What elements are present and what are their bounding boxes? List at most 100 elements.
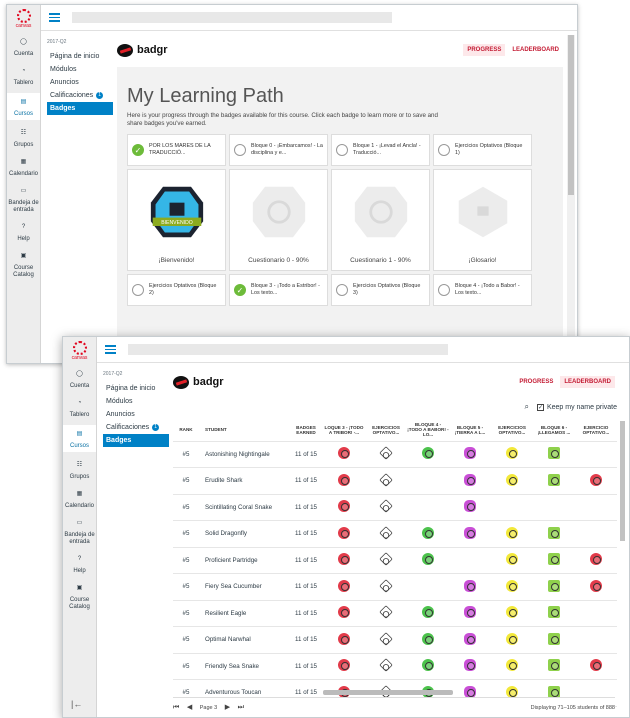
hamburger-menu-icon[interactable] [105,343,116,356]
white-badge-icon[interactable] [379,605,393,620]
red-badge-icon[interactable] [338,632,350,645]
purple-badge-icon[interactable] [464,500,476,513]
badge-card-header[interactable]: Bloque 1 - ¡Levad el Ancla! - Traducció.… [331,134,430,166]
course-nav-badges[interactable]: Badges [47,102,113,115]
red-badge-icon[interactable] [338,553,350,566]
table-row[interactable]: #5 Scintillating Coral Snake 11 of 15 [173,494,617,521]
gnav-item-help[interactable]: ? Help [63,552,96,575]
lime-badge-icon[interactable] [548,526,560,539]
tab-leaderboard[interactable]: LEADERBOARD [508,44,563,56]
purple-badge-icon[interactable] [464,447,476,460]
white-badge-icon[interactable] [379,446,393,461]
green-badge-icon[interactable] [422,447,434,460]
table-row[interactable]: #5 Friendly Sea Snake 11 of 15 [173,653,617,680]
gnav-item-grupos[interactable]: ☷ Grupos [7,126,40,149]
badge-card-header[interactable]: Ejercicios Optativos (Bloque 3) [331,274,430,306]
horizontal-scrollbar[interactable] [323,690,453,695]
gnav-item-calendario[interactable]: ▦ Calendario [7,155,40,178]
gnav-item-bandeja[interactable]: ▭ Bandeja de entrada [63,516,96,546]
purple-badge-icon[interactable] [464,526,476,539]
next-page-icon[interactable]: ▶ [225,704,230,711]
lime-badge-icon[interactable] [548,473,560,486]
red-badge-icon[interactable] [590,659,602,672]
last-page-icon[interactable]: ⏭ [238,704,244,711]
white-badge-icon[interactable] [379,472,393,487]
table-row[interactable]: #5 Astonishing Nightingale 11 of 15 [173,441,617,468]
column-header[interactable]: STUDENT [199,419,289,442]
gnav-item-bandeja[interactable]: ▭ Bandeja de entrada [7,184,40,214]
column-header[interactable]: BLOQUE 6 - ¡LLEGAMOS ... [533,419,575,442]
keep-private-checkbox[interactable]: ✓ [536,403,544,411]
course-nav-announcements[interactable]: Anuncios [47,76,113,89]
column-header[interactable]: BADGES EARNED [289,419,323,442]
white-badge-icon[interactable] [379,631,393,646]
badge-card-header[interactable]: Bloque 0 - ¡Embarcamos! - La disciplina … [229,134,328,166]
white-badge-icon[interactable] [379,552,393,567]
prev-page-icon[interactable]: ◀ [187,704,192,711]
badge-card[interactable]: Cuestionario 1 - 90% [331,169,430,271]
table-row[interactable]: #5 Resilient Eagle 11 of 15 [173,600,617,627]
purple-badge-icon[interactable] [464,632,476,645]
lime-badge-icon[interactable] [548,579,560,592]
lime-badge-icon[interactable] [548,632,560,645]
column-header[interactable]: EJERCICIOS OPTATIVO... [365,419,407,442]
collapse-nav-icon[interactable]: |← [71,699,82,709]
badge-card-header[interactable]: Bloque 4 - ¡Todo a Babor! - Los texto... [433,274,532,306]
canvas-logo[interactable]: canvas [7,9,40,29]
purple-badge-icon[interactable] [464,685,476,698]
course-nav-announcements[interactable]: Anuncios [103,408,169,421]
yellow-badge-icon[interactable] [506,606,518,619]
tab-leaderboard[interactable]: LEADERBOARD [560,376,615,388]
course-nav-grades[interactable]: Calificaciones 1 [47,89,113,102]
yellow-badge-icon[interactable] [506,526,518,539]
gnav-item-tablero[interactable]: ◔ Tablero [63,396,96,419]
hamburger-menu-icon[interactable] [49,11,60,24]
yellow-badge-icon[interactable] [506,473,518,486]
yellow-badge-icon[interactable] [506,579,518,592]
red-badge-icon[interactable] [338,473,350,486]
red-badge-icon[interactable] [590,579,602,592]
lime-badge-icon[interactable] [548,606,560,619]
green-badge-icon[interactable] [422,553,434,566]
vertical-scrollbar[interactable] [567,35,575,361]
red-badge-icon[interactable] [338,500,350,513]
white-badge-icon[interactable] [379,525,393,540]
green-badge-icon[interactable] [422,526,434,539]
course-nav-home[interactable]: Página de inicio [47,50,113,63]
lime-badge-icon[interactable] [548,553,560,566]
red-badge-icon[interactable] [338,606,350,619]
gnav-item-calendario[interactable]: ▦ Calendario [63,487,96,510]
badge-card[interactable]: ¡Glosario! [433,169,532,271]
yellow-badge-icon[interactable] [506,447,518,460]
table-row[interactable]: #5 Erudite Shark 11 of 15 [173,467,617,495]
gnav-item-tablero[interactable]: ◔ Tablero [7,64,40,87]
red-badge-icon[interactable] [338,526,350,539]
yellow-badge-icon[interactable] [506,685,518,698]
gnav-item-cuenta[interactable]: ◯ Cuenta [7,35,40,58]
course-nav-modules[interactable]: Módulos [47,63,113,76]
tab-progress[interactable]: PROGRESS [463,44,506,56]
yellow-badge-icon[interactable] [506,659,518,672]
white-badge-icon[interactable] [379,578,393,593]
lime-badge-icon[interactable] [548,685,560,698]
badge-card-header[interactable]: ✓ POR LOS MARES DE LA TRADUCCIÓ... [127,134,226,166]
column-header[interactable]: RANK [173,419,199,442]
course-nav-badges[interactable]: Badges [103,434,169,447]
lime-badge-icon[interactable] [548,447,560,460]
column-header[interactable]: BLOQUE 4 - ¡TODO A BABOR! - LO... [407,419,449,442]
gnav-item-cuenta[interactable]: ◯ Cuenta [63,367,96,390]
scrollbar-thumb[interactable] [568,35,574,195]
yellow-badge-icon[interactable] [506,553,518,566]
purple-badge-icon[interactable] [464,606,476,619]
course-nav-modules[interactable]: Módulos [103,395,169,408]
column-header[interactable]: EJERCICIO OPTATIVO... [575,419,617,442]
table-scrollbar[interactable] [620,421,625,541]
badge-card-header[interactable]: Ejercicios Optativos (Bloque 1) [433,134,532,166]
gnav-item-catalog[interactable]: ▣ Course Catalog [7,249,40,279]
red-badge-icon[interactable] [338,659,350,672]
purple-badge-icon[interactable] [464,473,476,486]
table-row[interactable]: #5 Fiery Sea Cucumber 11 of 15 [173,573,617,601]
gnav-item-catalog[interactable]: ▣ Course Catalog [63,581,96,611]
lime-badge-icon[interactable] [548,659,560,672]
red-badge-icon[interactable] [338,579,350,592]
